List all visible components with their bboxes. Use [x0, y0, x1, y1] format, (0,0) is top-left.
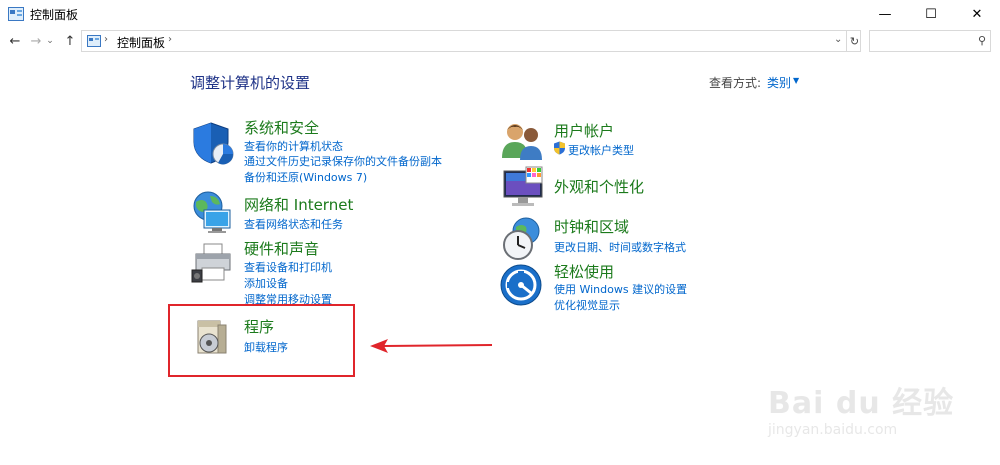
link-file-history[interactable]: 通过文件历史记录保存你的文件备份副本: [244, 153, 442, 169]
watermark-url: jingyan.baidu.com: [768, 422, 898, 438]
uac-shield-icon: [554, 141, 565, 155]
shield-icon[interactable]: [190, 120, 236, 166]
category-user-accounts[interactable]: 用户帐户: [554, 120, 614, 141]
view-by-dropdown[interactable]: 类别: [767, 74, 791, 91]
search-box[interactable]: ⚲: [869, 30, 991, 52]
arrow-left-icon: [370, 339, 493, 353]
control-panel-icon: [87, 35, 101, 47]
monitor-icon[interactable]: [500, 165, 546, 211]
recent-locations-button[interactable]: ⌄: [44, 31, 56, 51]
breadcrumb-control-panel[interactable]: 控制面板: [117, 34, 165, 51]
chevron-right-icon[interactable]: ›: [168, 34, 172, 45]
link-change-date-time[interactable]: 更改日期、时间或数字格式: [554, 239, 686, 255]
network-icon[interactable]: [190, 190, 236, 236]
control-panel-icon: [8, 7, 24, 21]
link-network-status[interactable]: 查看网络状态和任务: [244, 216, 343, 232]
minimize-button[interactable]: —: [862, 0, 908, 28]
link-devices-printers[interactable]: 查看设备和打印机: [244, 259, 332, 275]
search-input[interactable]: [874, 33, 970, 49]
close-button[interactable]: ✕: [954, 0, 1000, 28]
watermark-logo: Bai du 经验: [768, 386, 955, 421]
link-windows-recommended[interactable]: 使用 Windows 建议的设置: [554, 281, 687, 297]
link-backup-restore[interactable]: 备份和还原(Windows 7): [244, 169, 367, 185]
maximize-button[interactable]: ☐: [908, 0, 954, 28]
link-view-computer-status[interactable]: 查看你的计算机状态: [244, 138, 343, 154]
search-icon[interactable]: ⚲: [978, 34, 986, 47]
printer-icon[interactable]: [190, 240, 236, 286]
window-title: 控制面板: [30, 8, 79, 22]
category-appearance[interactable]: 外观和个性化: [554, 176, 644, 197]
forward-button[interactable]: →: [27, 31, 45, 51]
highlight-box: [168, 304, 355, 377]
category-clock-region[interactable]: 时钟和区域: [554, 216, 629, 237]
clock-icon[interactable]: [500, 215, 546, 261]
category-system-security[interactable]: 系统和安全: [244, 117, 319, 138]
category-ease-of-access[interactable]: 轻松使用: [554, 261, 614, 282]
users-icon[interactable]: [500, 118, 546, 164]
title-bar: 控制面板 — ☐ ✕: [0, 0, 1000, 28]
page-title: 调整计算机的设置: [190, 74, 311, 92]
address-dropdown-button[interactable]: ⌄: [834, 34, 842, 45]
navigation-bar: ← → ⌄ ↑ › 控制面板 › ⌄ ↻ ⚲: [0, 28, 1000, 54]
link-add-device[interactable]: 添加设备: [244, 275, 288, 291]
accessibility-icon[interactable]: [500, 262, 546, 308]
chevron-down-icon[interactable]: ▼: [793, 76, 799, 85]
link-change-account-type[interactable]: 更改帐户类型: [568, 142, 634, 158]
back-button[interactable]: ←: [6, 31, 24, 51]
chevron-right-icon[interactable]: ›: [104, 34, 108, 45]
up-button[interactable]: ↑: [61, 31, 79, 51]
link-optimize-visual[interactable]: 优化视觉显示: [554, 297, 620, 313]
view-by-label: 查看方式:: [709, 76, 762, 90]
category-network-internet[interactable]: 网络和 Internet: [244, 194, 353, 215]
address-bar[interactable]: › 控制面板 › ⌄ ↻: [81, 30, 861, 52]
watermark: Bai du 经验 jingyan.baidu.com: [768, 360, 978, 440]
category-hardware-sound[interactable]: 硬件和声音: [244, 238, 319, 259]
refresh-button[interactable]: ↻: [846, 30, 862, 52]
